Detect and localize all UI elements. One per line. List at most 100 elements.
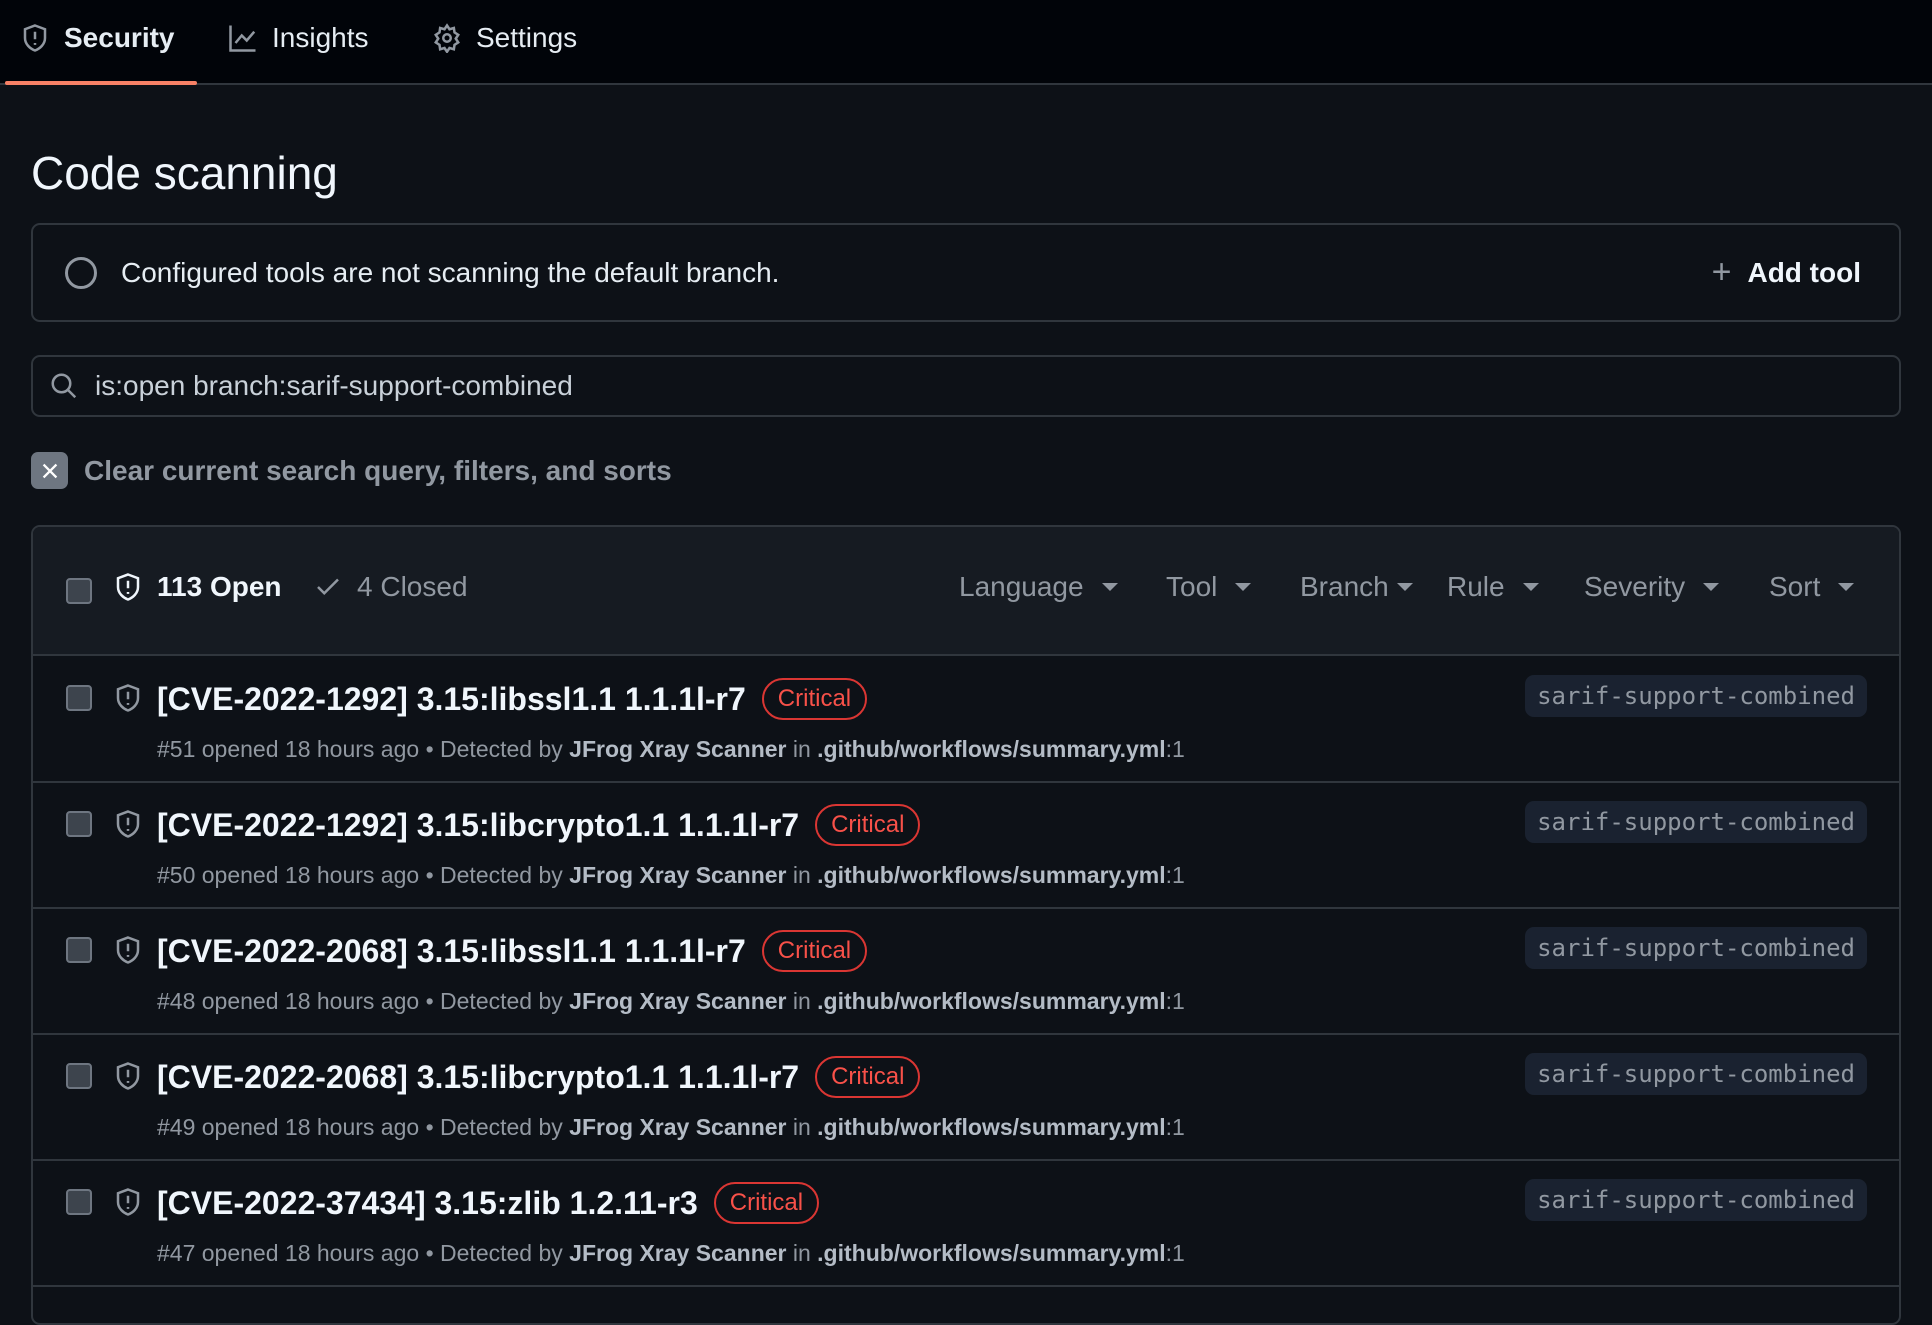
severity-badge: Critical — [761, 930, 868, 972]
caret-down-icon — [1703, 583, 1720, 591]
alert-meta: #48 opened 18 hours ago • Detected by JF… — [157, 988, 1185, 1014]
line-number: :1 — [1165, 988, 1185, 1014]
caret-down-icon — [1522, 583, 1539, 591]
alert-title-link[interactable]: [CVE-2022-2068] 3.15:libcrypto1.1 1.1.1l… — [157, 1059, 799, 1096]
table-row: [CVE-2022-1292] 3.15:libcrypto1.1 1.1.1l… — [33, 782, 1899, 909]
caret-down-icon — [1396, 583, 1413, 591]
select-all-checkbox[interactable] — [66, 578, 92, 604]
filter-label: Tool — [1166, 571, 1218, 602]
tool-name: JFrog Xray Scanner — [569, 988, 787, 1014]
notice-text: Configured tools are not scanning the de… — [121, 256, 780, 288]
file-path: .github/workflows/summary.yml — [817, 1114, 1166, 1140]
file-path: .github/workflows/summary.yml — [817, 988, 1166, 1014]
alert-meta: #50 opened 18 hours ago • Detected by JF… — [157, 862, 1185, 888]
active-tab-indicator — [5, 81, 197, 85]
branch-label[interactable]: sarif-support-combined — [1525, 1053, 1867, 1095]
shield-icon — [23, 24, 47, 52]
filter-label: Severity — [1584, 571, 1686, 602]
in-label: in — [792, 988, 811, 1014]
filter-label: Branch — [1300, 571, 1389, 602]
in-label: in — [792, 862, 811, 888]
rule-filter[interactable]: Rule — [1447, 571, 1539, 603]
in-label: in — [792, 1240, 811, 1266]
row-checkbox[interactable] — [66, 1189, 92, 1215]
gear-icon — [434, 23, 460, 53]
clear-filters-button[interactable]: Clear current search query, filters, and… — [31, 452, 672, 489]
tab-security[interactable]: Security — [20, 18, 175, 58]
alert-opened: opened 18 hours ago — [201, 862, 420, 888]
search-input[interactable] — [95, 370, 1795, 402]
shield-icon — [116, 1188, 140, 1216]
tab-insights[interactable]: Insights — [228, 18, 369, 58]
alert-title-link[interactable]: [CVE-2022-2068] 3.15:libssl1.1 1.1.1l-r7 — [157, 933, 746, 970]
caret-down-icon — [1101, 583, 1118, 591]
search-icon — [51, 373, 77, 399]
row-checkbox[interactable] — [66, 937, 92, 963]
search-box[interactable] — [31, 355, 1901, 417]
tool-name: JFrog Xray Scanner — [569, 1114, 787, 1140]
tab-settings[interactable]: Settings — [432, 18, 577, 58]
shield-icon — [116, 684, 140, 712]
alert-meta: #49 opened 18 hours ago • Detected by JF… — [157, 1114, 1185, 1140]
alert-opened: opened 18 hours ago — [201, 736, 420, 762]
alert-title-link[interactable]: [CVE-2022-1292] 3.15:libcrypto1.1 1.1.1l… — [157, 807, 799, 844]
repo-nav: Security Insights Settings — [0, 0, 1932, 85]
alert-number: #51 — [157, 736, 196, 762]
plus-icon: + — [1711, 253, 1732, 291]
line-number: :1 — [1165, 736, 1185, 762]
file-path: .github/workflows/summary.yml — [817, 1240, 1166, 1266]
alert-meta: #51 opened 18 hours ago • Detected by JF… — [157, 736, 1185, 762]
severity-filter[interactable]: Severity — [1584, 571, 1720, 603]
line-number: :1 — [1165, 1114, 1185, 1140]
open-count: 113 Open — [157, 571, 282, 602]
open-filter[interactable]: 113 Open — [113, 571, 282, 603]
add-tool-button[interactable]: + Add tool — [1712, 253, 1861, 292]
tab-label: Insights — [272, 22, 369, 53]
severity-badge: Critical — [761, 678, 868, 720]
branch-label[interactable]: sarif-support-combined — [1525, 1179, 1867, 1221]
branch-filter[interactable]: Branch — [1300, 571, 1413, 603]
table-row: [CVE-2022-2068] 3.15:libssl1.1 1.1.1l-r7… — [33, 908, 1899, 1035]
circle-icon — [65, 256, 97, 289]
detected-by-label: Detected by — [440, 736, 563, 762]
detected-by-label: Detected by — [440, 988, 563, 1014]
table-row: [CVE-2022-37434] 3.15:zlib 1.2.11-r3 Crit… — [33, 1160, 1899, 1287]
shield-icon — [116, 1062, 140, 1090]
closed-count: 4 Closed — [357, 571, 468, 602]
branch-label[interactable]: sarif-support-combined — [1525, 801, 1867, 843]
check-icon — [317, 578, 339, 596]
alert-number: #49 — [157, 1114, 196, 1140]
tool-name: JFrog Xray Scanner — [569, 736, 787, 762]
caret-down-icon — [1838, 583, 1855, 591]
alerts-table: 113 Open 4 Closed Language Tool Branch R… — [31, 525, 1901, 1325]
line-number: :1 — [1165, 1240, 1185, 1266]
detected-by-label: Detected by — [440, 1240, 563, 1266]
severity-badge: Critical — [815, 804, 921, 846]
row-checkbox[interactable] — [66, 1063, 92, 1089]
alert-opened: opened 18 hours ago — [201, 1240, 420, 1266]
closed-filter[interactable]: 4 Closed — [313, 571, 468, 603]
alert-opened: opened 18 hours ago — [201, 988, 420, 1014]
filter-label: Sort — [1769, 571, 1821, 602]
tools-notice: Configured tools are not scanning the de… — [31, 223, 1901, 322]
line-number: :1 — [1165, 862, 1185, 888]
alert-title-link[interactable]: [CVE-2022-1292] 3.15:libssl1.1 1.1.1l-r7 — [157, 681, 746, 718]
row-checkbox[interactable] — [66, 811, 92, 837]
tool-name: JFrog Xray Scanner — [569, 1240, 787, 1266]
alert-meta: #47 opened 18 hours ago • Detected by JF… — [157, 1240, 1185, 1266]
filter-label: Language — [959, 571, 1084, 602]
alert-title-link[interactable]: [CVE-2022-37434] 3.15:zlib 1.2.11-r3 — [157, 1185, 698, 1222]
file-path: .github/workflows/summary.yml — [817, 862, 1166, 888]
in-label: in — [792, 1114, 811, 1140]
sort-filter[interactable]: Sort — [1769, 571, 1855, 603]
tool-name: JFrog Xray Scanner — [569, 862, 787, 888]
tool-filter[interactable]: Tool — [1166, 571, 1252, 603]
language-filter[interactable]: Language — [959, 571, 1118, 603]
table-header: 113 Open 4 Closed Language Tool Branch R… — [33, 527, 1899, 656]
branch-label[interactable]: sarif-support-combined — [1525, 675, 1867, 717]
shield-icon — [116, 936, 140, 964]
file-path: .github/workflows/summary.yml — [817, 736, 1166, 762]
page-title: Code scanning — [31, 147, 338, 199]
branch-label[interactable]: sarif-support-combined — [1525, 927, 1867, 969]
row-checkbox[interactable] — [66, 685, 92, 711]
